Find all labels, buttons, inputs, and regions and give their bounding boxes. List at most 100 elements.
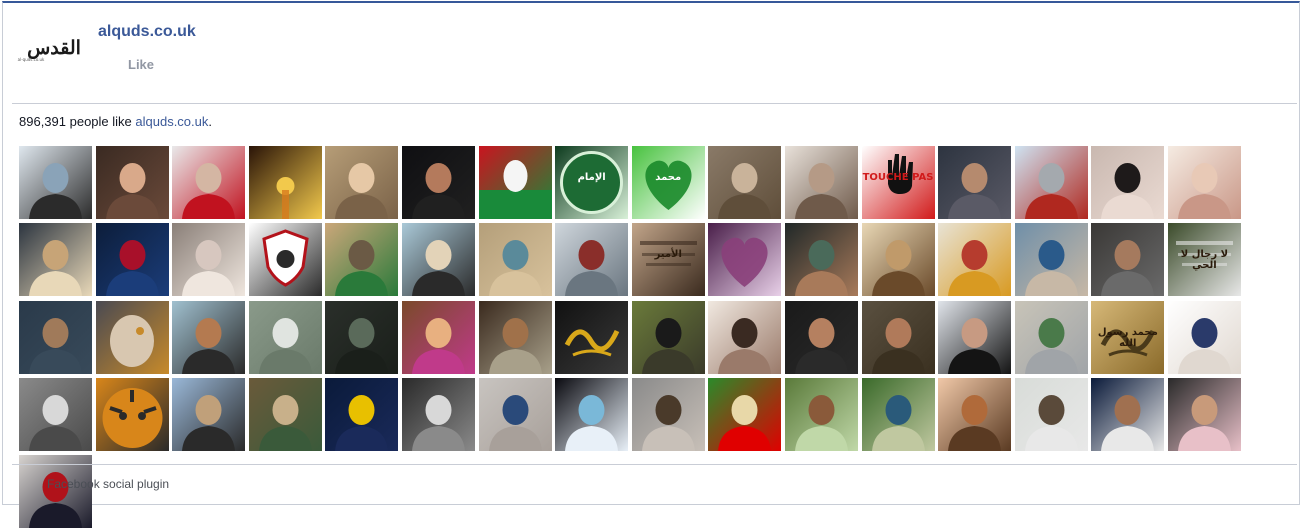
fan-avatar[interactable] bbox=[708, 377, 782, 451]
fan-avatar[interactable] bbox=[401, 300, 475, 374]
fan-avatar[interactable] bbox=[1014, 146, 1088, 219]
fan-avatar[interactable]: محمد bbox=[631, 146, 705, 219]
fan-avatar-image bbox=[555, 300, 629, 374]
fan-avatar[interactable]: محمد رسول الله bbox=[1091, 300, 1165, 374]
fan-avatar-image bbox=[19, 455, 92, 528]
fan-avatar[interactable] bbox=[708, 146, 782, 219]
fan-avatar[interactable] bbox=[95, 300, 169, 374]
fan-avatar[interactable] bbox=[478, 377, 552, 451]
fan-avatar[interactable] bbox=[784, 146, 858, 219]
fan-avatar[interactable] bbox=[248, 377, 322, 451]
like-count: 896,391 bbox=[19, 114, 66, 129]
fan-avatar[interactable] bbox=[708, 223, 782, 297]
fan-avatar[interactable] bbox=[784, 377, 858, 451]
like-button[interactable]: Like bbox=[128, 57, 154, 72]
fan-avatar[interactable] bbox=[95, 146, 169, 219]
page-name-link[interactable]: alquds.co.uk bbox=[98, 23, 196, 41]
fan-avatar[interactable] bbox=[938, 223, 1012, 297]
fan-avatar[interactable] bbox=[1167, 377, 1241, 451]
fan-avatar-image bbox=[478, 377, 552, 451]
fan-avatar[interactable] bbox=[19, 300, 92, 374]
fan-avatar[interactable]: لا رجال لا الحي bbox=[1167, 223, 1241, 297]
fan-avatar[interactable] bbox=[861, 377, 935, 451]
fan-avatar-image bbox=[478, 300, 552, 374]
fan-avatar[interactable]: TOUCHE PAS bbox=[861, 146, 935, 219]
fan-avatar[interactable] bbox=[401, 377, 475, 451]
fan-avatar[interactable] bbox=[631, 377, 705, 451]
fan-avatar[interactable] bbox=[248, 223, 322, 297]
fan-avatar-image bbox=[1014, 377, 1088, 451]
fan-avatar-image bbox=[938, 223, 1012, 297]
fan-avatar-image bbox=[95, 223, 169, 297]
fan-avatar-image bbox=[95, 377, 169, 451]
fan-avatar[interactable] bbox=[172, 377, 246, 451]
fan-avatar[interactable] bbox=[172, 223, 246, 297]
fan-avatar[interactable] bbox=[248, 300, 322, 374]
fan-avatar-image bbox=[938, 300, 1012, 374]
fan-avatar-image bbox=[1167, 300, 1241, 374]
fan-avatar-image bbox=[708, 377, 782, 451]
fan-avatar[interactable] bbox=[172, 300, 246, 374]
fan-avatar[interactable] bbox=[1167, 146, 1241, 219]
fan-avatar[interactable]: الإمام bbox=[555, 146, 629, 219]
fan-avatar[interactable] bbox=[938, 146, 1012, 219]
fan-avatar[interactable] bbox=[1014, 300, 1088, 374]
fan-avatar[interactable] bbox=[1091, 377, 1165, 451]
fan-avatar-image bbox=[248, 223, 322, 297]
fan-avatar-image bbox=[325, 300, 399, 374]
fan-avatar-image bbox=[1091, 146, 1165, 219]
fan-avatar[interactable] bbox=[172, 146, 246, 219]
fan-avatar-image bbox=[631, 300, 705, 374]
fan-avatar-image bbox=[172, 300, 246, 374]
page-name-inline-link[interactable]: alquds.co.uk bbox=[135, 114, 208, 129]
fan-avatar-image bbox=[1167, 377, 1241, 451]
fan-avatar-image bbox=[938, 377, 1012, 451]
fan-avatar[interactable] bbox=[938, 300, 1012, 374]
fan-avatar-image bbox=[19, 300, 92, 374]
fan-avatar[interactable] bbox=[95, 223, 169, 297]
fan-avatar[interactable] bbox=[325, 223, 399, 297]
fan-avatar[interactable] bbox=[1167, 300, 1241, 374]
fan-avatar[interactable] bbox=[95, 377, 169, 451]
fan-avatar[interactable] bbox=[784, 223, 858, 297]
fan-avatar[interactable] bbox=[478, 223, 552, 297]
fan-avatar[interactable] bbox=[784, 300, 858, 374]
alquds-logo[interactable]: القدس al-quds.co.uk bbox=[17, 34, 91, 62]
fan-avatar[interactable] bbox=[555, 300, 629, 374]
fan-avatar[interactable] bbox=[401, 223, 475, 297]
fan-avatar[interactable] bbox=[325, 300, 399, 374]
fan-avatar[interactable] bbox=[708, 300, 782, 374]
fan-avatar-image bbox=[172, 223, 246, 297]
fan-avatar[interactable] bbox=[19, 455, 92, 528]
fan-avatar-image bbox=[1167, 146, 1241, 219]
fan-avatar-image bbox=[631, 377, 705, 451]
fan-avatar[interactable] bbox=[325, 146, 399, 219]
fan-avatar[interactable] bbox=[478, 146, 552, 219]
fan-avatar[interactable] bbox=[631, 300, 705, 374]
fan-avatar[interactable] bbox=[861, 223, 935, 297]
fan-avatar[interactable] bbox=[325, 377, 399, 451]
fan-avatar[interactable] bbox=[555, 377, 629, 451]
fan-avatar-image bbox=[1014, 300, 1088, 374]
fan-avatar-label: TOUCHE PAS bbox=[862, 172, 934, 183]
fan-avatar-image bbox=[248, 377, 322, 451]
logo-text: القدس bbox=[27, 37, 81, 59]
fan-avatar[interactable] bbox=[19, 377, 92, 451]
fan-avatar[interactable] bbox=[861, 300, 935, 374]
fan-avatar[interactable] bbox=[1091, 146, 1165, 219]
fan-avatar[interactable] bbox=[19, 223, 92, 297]
fan-avatar[interactable] bbox=[1091, 223, 1165, 297]
fan-avatar[interactable] bbox=[1014, 223, 1088, 297]
fan-avatar-image bbox=[325, 146, 399, 219]
facebook-social-plugin-label[interactable]: Facebook social plugin bbox=[47, 477, 169, 491]
fan-avatar[interactable] bbox=[1014, 377, 1088, 451]
fan-avatar[interactable]: الأمير bbox=[631, 223, 705, 297]
fan-avatar[interactable] bbox=[401, 146, 475, 219]
fan-avatar-label: محمد رسول الله bbox=[1097, 326, 1158, 349]
fan-avatar[interactable] bbox=[478, 300, 552, 374]
fan-avatar-image bbox=[95, 146, 169, 219]
fan-avatar[interactable] bbox=[19, 146, 92, 219]
fan-avatar[interactable] bbox=[555, 223, 629, 297]
fan-avatar[interactable] bbox=[248, 146, 322, 219]
fan-avatar[interactable] bbox=[938, 377, 1012, 451]
